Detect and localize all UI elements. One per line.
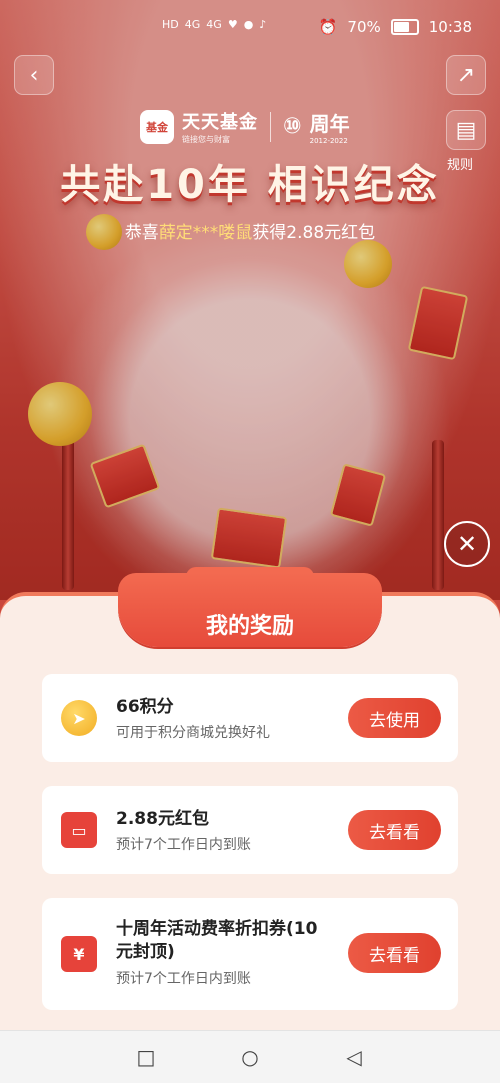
share-button[interactable]: ↗: [446, 55, 486, 95]
coupon-icon: ¥: [61, 936, 97, 972]
battery-icon: [390, 19, 419, 35]
hd-indicator: HD: [162, 18, 179, 31]
brand-logo: 基金: [140, 109, 174, 144]
anniversary-label: 周年 2012-2022: [310, 108, 350, 145]
points-icon: ➤: [61, 700, 97, 736]
congrats-prefix: 恭喜: [124, 223, 159, 243]
reward-subtitle: 预计7个工作日内到账: [116, 971, 251, 987]
system-nav-bar: □ ○ ◁: [0, 1030, 500, 1083]
view-coupon-button[interactable]: 去看看: [348, 933, 441, 973]
alarm-icon: ⏰: [318, 18, 338, 36]
close-button[interactable]: ✕: [444, 521, 490, 567]
view-red-envelope-button[interactable]: 去看看: [348, 810, 441, 850]
back-button[interactable]: ‹: [14, 55, 54, 95]
reward-title: 2.88元红包: [116, 809, 209, 829]
rewards-title: 我的奖励: [205, 614, 294, 639]
use-points-button[interactable]: 去使用: [348, 698, 441, 738]
reward-card-coupon: ¥ 十周年活动费率折扣券(10元封顶) 预计7个工作日内到账 去看看: [42, 898, 458, 1010]
recents-square-icon[interactable]: □: [134, 1045, 158, 1069]
reward-subtitle: 可用于积分商城兑换好礼: [116, 725, 270, 741]
brand-name: 天天基金: [182, 112, 258, 133]
signal-indicator: 4G: [206, 18, 222, 31]
rules-button[interactable]: ▤: [446, 110, 486, 150]
chevron-left-icon: ‹: [29, 62, 39, 88]
tiktok-icon: ♪: [259, 18, 267, 31]
status-bar: HD 4G 4G ♥ ● ♪ ⏰ 70% 10:38: [0, 0, 500, 56]
overlay-dim: [0, 0, 500, 600]
red-envelope-icon: ▭: [61, 812, 97, 848]
document-icon: ▤: [455, 117, 477, 143]
brand-divider: [270, 111, 271, 142]
reward-card-red-envelope: ▭ 2.88元红包 预计7个工作日内到账 去看看: [42, 786, 458, 874]
message-icon: ●: [243, 18, 254, 31]
congrats-suffix: 获得2.88元红包: [252, 223, 376, 243]
home-circle-icon[interactable]: ○: [238, 1045, 262, 1069]
brand-slogan: 链接您与财富: [182, 135, 230, 144]
reward-title: 十周年活动费率折扣券(10元封顶): [116, 919, 318, 962]
brand-header: 基金 天天基金 链接您与财富 ⑩ 周年 2012-2022: [140, 108, 350, 145]
anniversary-years: 2012-2022: [309, 137, 348, 145]
reward-title: 66积分: [116, 697, 174, 717]
reward-card-points: ➤ 66积分 可用于积分商城兑换好礼 去使用: [42, 674, 458, 762]
anniversary-text: 周年: [309, 112, 350, 136]
anniversary-ten-icon: ⑩: [283, 114, 302, 139]
congrats-user: 薛定***喽鼠: [158, 223, 253, 243]
network-indicators: HD 4G 4G ♥ ● ♪: [162, 18, 266, 31]
close-icon: ✕: [456, 530, 478, 558]
congrats-banner: 恭喜薛定***喽鼠获得2.88元红包: [0, 218, 500, 243]
back-triangle-icon[interactable]: ◁: [342, 1045, 366, 1069]
reward-subtitle: 预计7个工作日内到账: [116, 837, 251, 853]
clock: 10:38: [428, 18, 472, 36]
promo-headline: 共赴10年 相识纪念: [60, 162, 440, 208]
signal-indicator: 4G: [184, 18, 201, 31]
battery-percent: 70%: [347, 18, 381, 36]
share-icon: ↗: [456, 62, 476, 88]
heart-icon: ♥: [227, 18, 238, 31]
